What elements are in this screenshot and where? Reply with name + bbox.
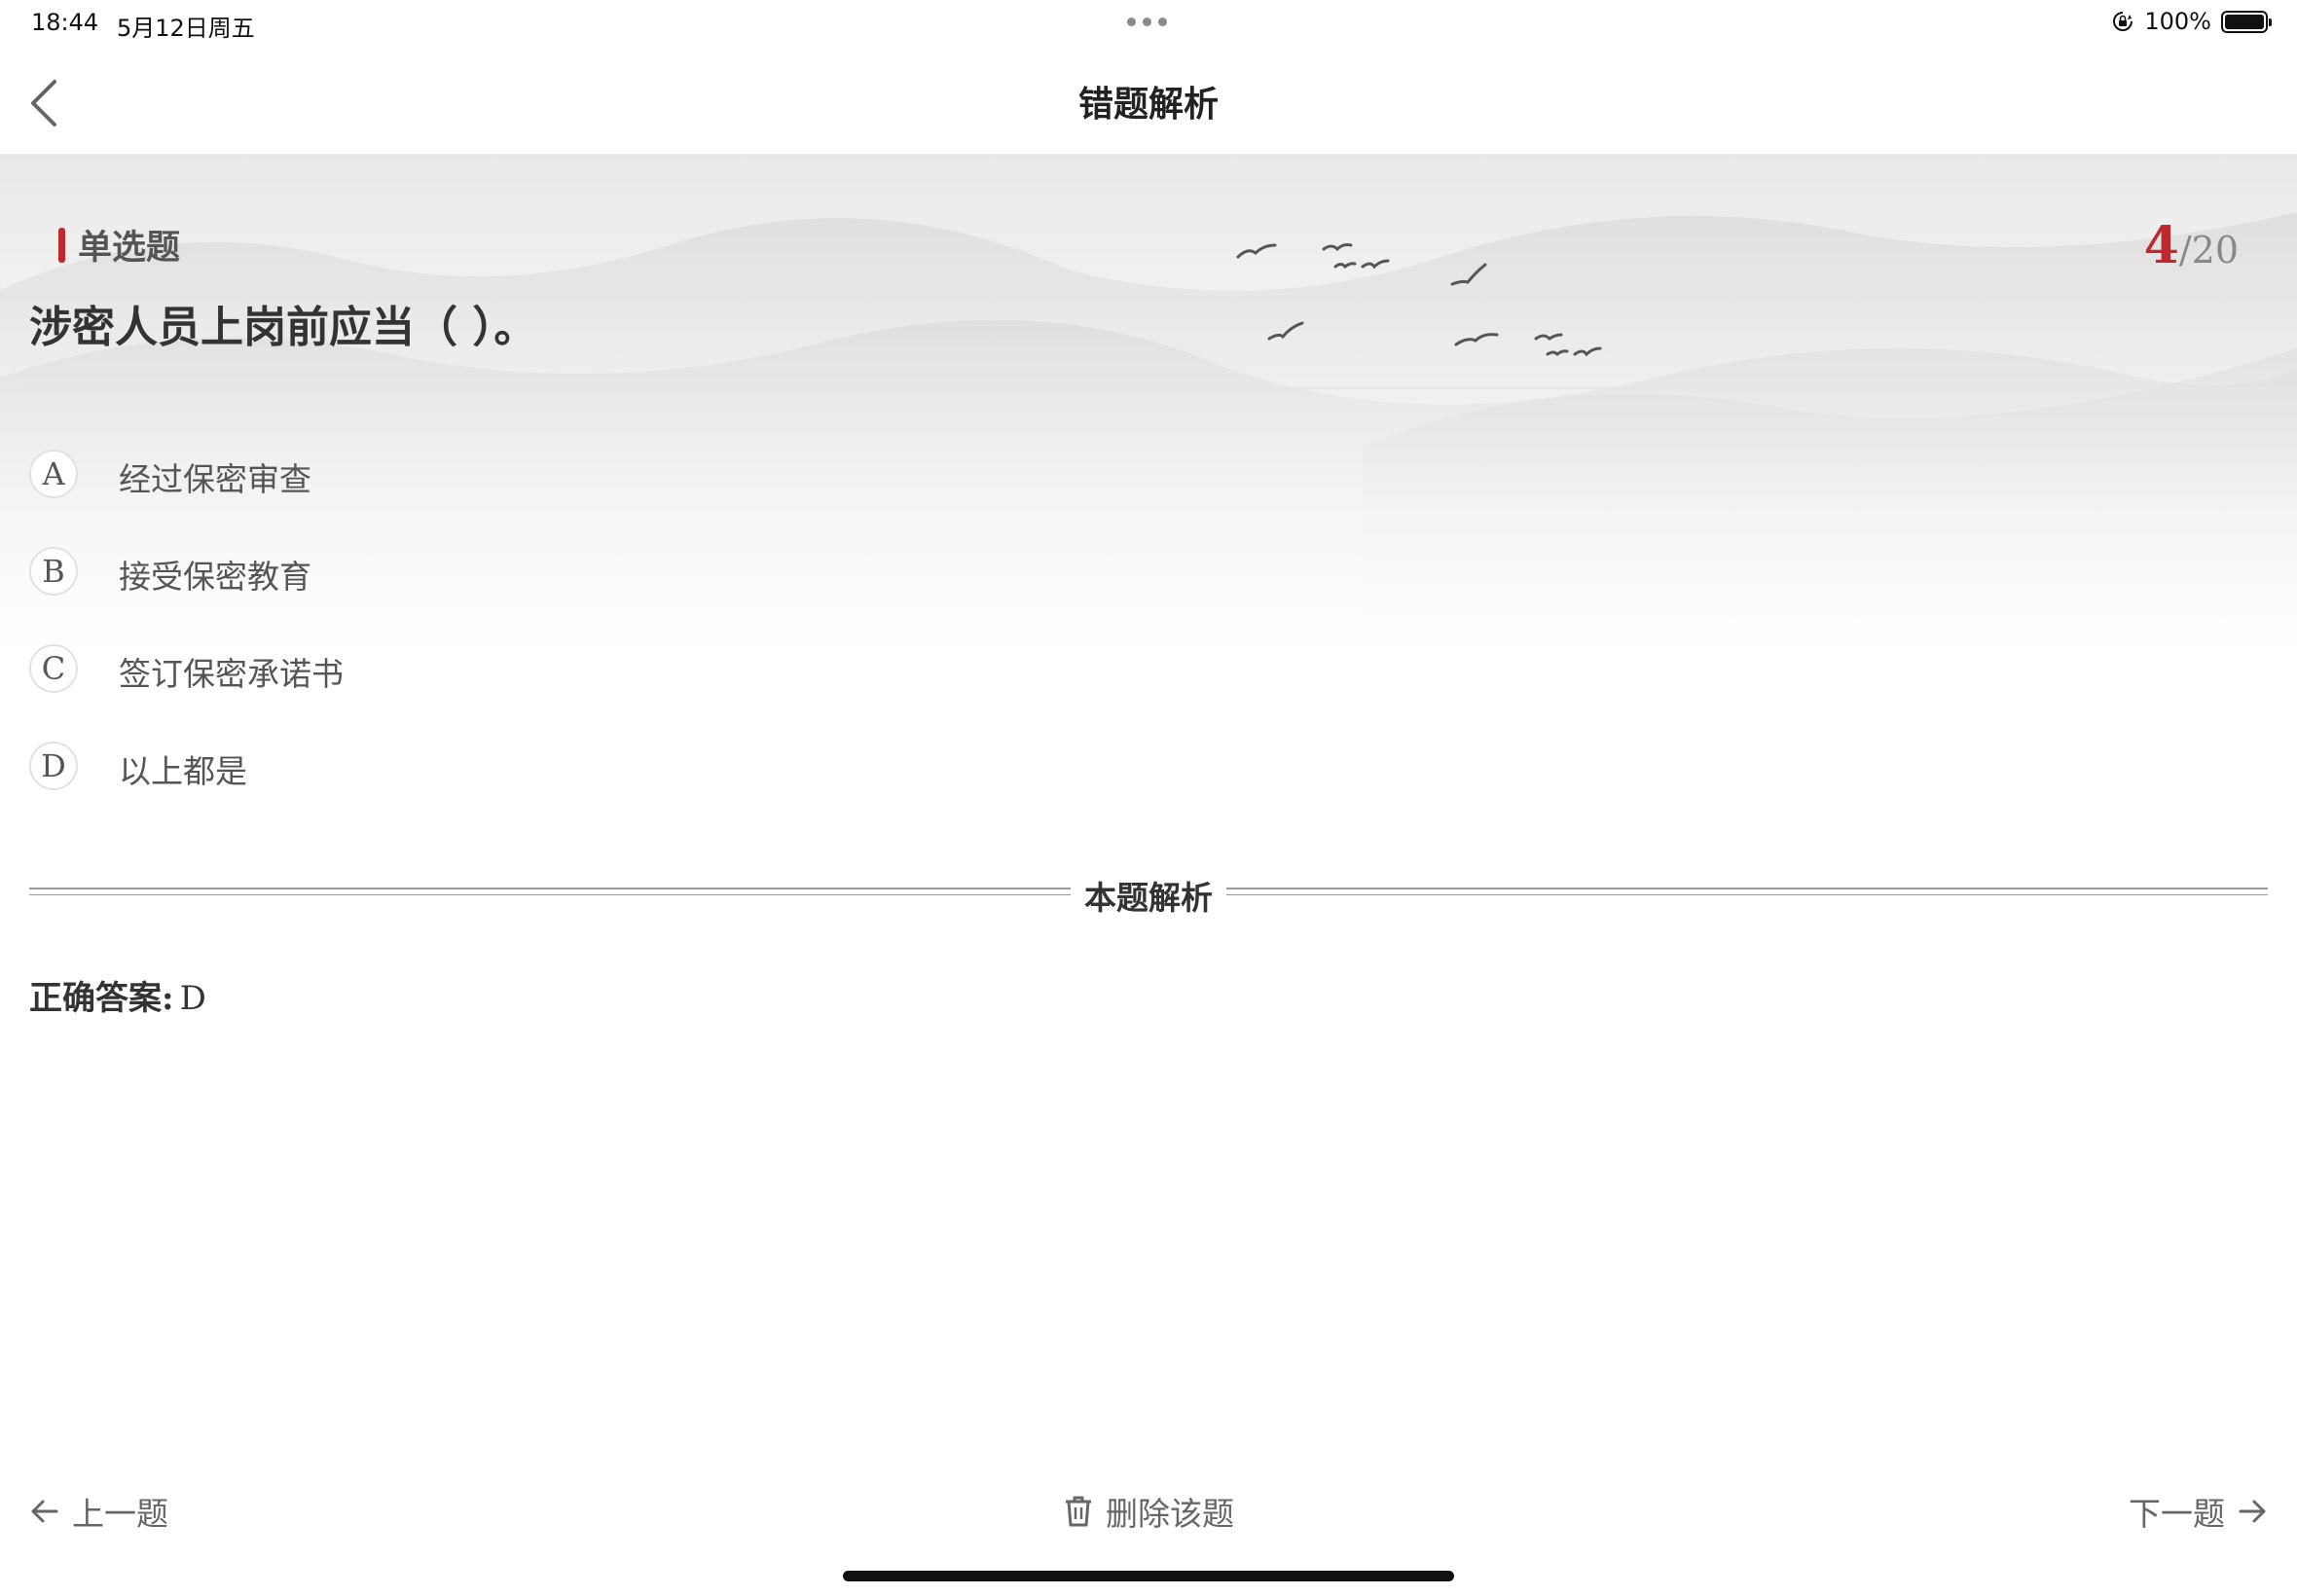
page-title: 错题解析 — [1077, 84, 1219, 125]
correct-answer-label: 正确答案: — [29, 979, 174, 1018]
battery-icon — [2221, 10, 2272, 33]
option-text: 经过保密审查 — [119, 460, 311, 498]
arrow-left-icon — [31, 1500, 58, 1523]
next-question-label: 下一题 — [2129, 1495, 2225, 1533]
option-text: 接受保密教育 — [119, 558, 311, 596]
nav-bar: 错题解析 — [0, 47, 2297, 156]
trash-icon — [1066, 1496, 1091, 1527]
question-progress: 4/20 — [2144, 216, 2239, 275]
option-b[interactable]: B 接受保密教育 — [29, 547, 808, 605]
option-text: 以上都是 — [119, 752, 247, 790]
question-divider — [29, 387, 2268, 389]
rotation-lock-icon — [2113, 12, 2133, 31]
arrow-right-icon — [2239, 1500, 2266, 1523]
option-d[interactable]: D 以上都是 — [29, 742, 808, 800]
option-c[interactable]: C 签订保密承诺书 — [29, 644, 808, 703]
delete-question-label: 删除该题 — [1106, 1495, 1234, 1533]
option-text: 签订保密承诺书 — [119, 655, 344, 693]
current-question-number: 4 — [2143, 216, 2179, 275]
status-time: 18:44 — [31, 9, 99, 36]
next-question-button[interactable]: 下一题 — [2129, 1487, 2268, 1536]
question-type-marker — [58, 228, 65, 263]
section-divider-right — [1226, 888, 2268, 895]
prev-question-label: 上一题 — [72, 1495, 168, 1533]
battery-percent: 100% — [2144, 8, 2211, 35]
prev-question-button[interactable]: 上一题 — [29, 1487, 168, 1536]
option-letter: B — [29, 547, 78, 596]
home-indicator[interactable] — [843, 1571, 1454, 1581]
status-right: 100% — [2111, 8, 2272, 35]
option-letter: D — [29, 742, 78, 790]
delete-question-button[interactable]: 删除该题 — [1063, 1487, 1234, 1536]
correct-answer: 正确答案: D — [29, 971, 206, 1019]
status-bar: 18:44 5月12日周五 100% — [0, 0, 2297, 47]
option-letter: C — [29, 644, 78, 693]
question-text: 涉密人员上岗前应当（ ）。 — [29, 303, 537, 352]
correct-answer-value: D — [179, 979, 206, 1018]
option-a[interactable]: A 经过保密审查 — [29, 450, 808, 508]
option-letter: A — [29, 450, 78, 498]
question-type: 单选题 — [78, 228, 181, 268]
status-date: 5月12日周五 — [117, 15, 255, 42]
analysis-section-title: 本题解析 — [1084, 879, 1213, 917]
multitasking-dots-icon[interactable] — [1127, 18, 1167, 26]
total-questions: /20 — [2178, 229, 2239, 272]
